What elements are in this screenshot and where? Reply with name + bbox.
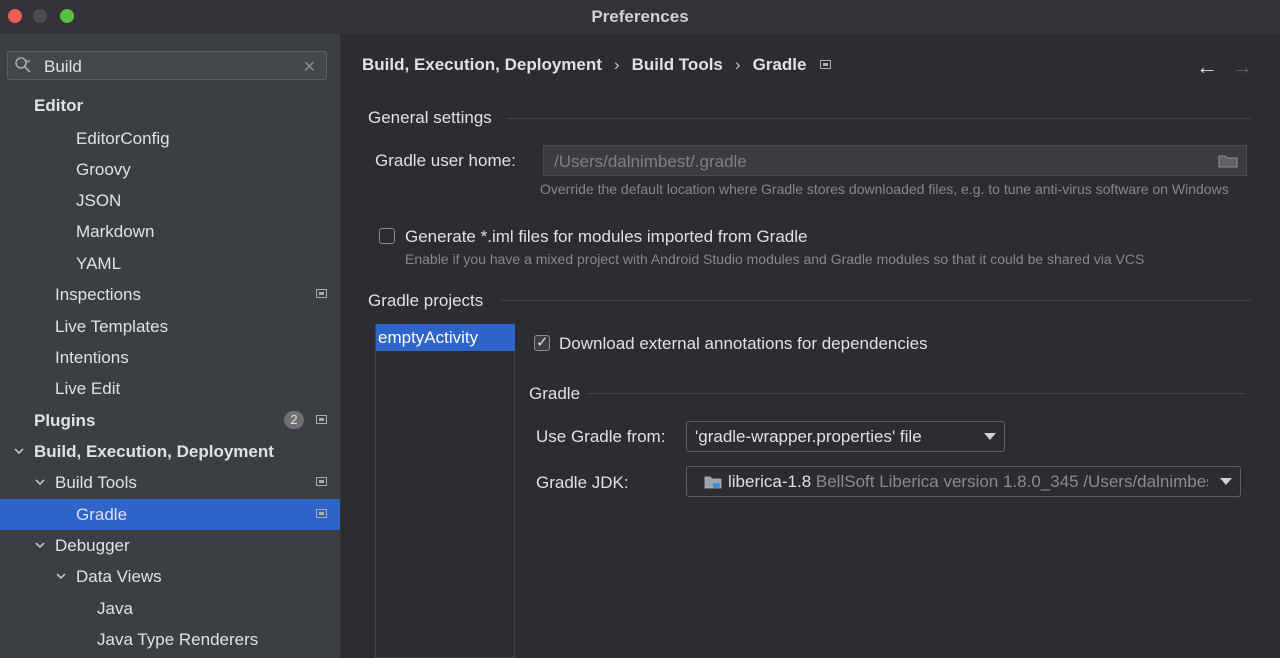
tree-item-plugins[interactable]: Plugins 2 (0, 405, 340, 436)
gradle-jdk-value: liberica-1.8 BellSoft Liberica version 1… (728, 472, 1208, 492)
dropdown-arrow-icon (1220, 478, 1232, 485)
breadcrumb-item[interactable]: Build Tools (632, 55, 723, 75)
section-title-gradle: Gradle (529, 384, 581, 403)
jdk-name: liberica-1.8 (728, 472, 812, 491)
section-title-general: General settings (368, 108, 492, 127)
gradle-projects-list[interactable]: emptyActivity (375, 324, 515, 658)
jdk-detail: BellSoft Liberica version 1.8.0_345 /Use… (815, 472, 1208, 491)
breadcrumb-separator: › (613, 55, 620, 74)
jdk-folder-icon (704, 476, 722, 489)
search-icon (15, 57, 31, 73)
use-gradle-from-label: Use Gradle from: (536, 427, 666, 446)
settings-sidebar: ✕ Editor EditorConfig Groovy JSON Markdo… (0, 34, 341, 658)
section-divider (588, 393, 1244, 394)
project-level-icon (316, 289, 327, 298)
generate-iml-hint: Enable if you have a mixed project with … (405, 251, 1145, 267)
back-arrow-icon[interactable]: ← (1196, 54, 1218, 80)
download-annotations-label[interactable]: Download external annotations for depend… (559, 334, 928, 354)
chevron-down-icon[interactable] (56, 571, 66, 581)
gradle-user-home-field[interactable] (543, 145, 1247, 176)
dropdown-arrow-icon (984, 433, 996, 440)
tree-item-build-execution-deployment[interactable]: Build, Execution, Deployment (0, 436, 340, 467)
chevron-down-icon[interactable] (35, 477, 45, 487)
generate-iml-label[interactable]: Generate *.iml files for modules importe… (405, 227, 808, 247)
project-level-icon (316, 509, 327, 518)
use-gradle-from-dropdown[interactable]: 'gradle-wrapper.properties' file (686, 421, 1005, 452)
tree-item-java-type-renderers[interactable]: Java Type Renderers (0, 624, 340, 655)
search-input[interactable] (42, 55, 296, 79)
tree-item-editor[interactable]: Editor (0, 90, 340, 121)
project-level-icon (316, 415, 327, 424)
settings-content: Build, Execution, Deployment › Build Tools… (341, 34, 1280, 658)
section-title-gradle-projects: Gradle projects (368, 291, 484, 310)
settings-search[interactable]: ✕ (7, 51, 327, 80)
gradle-user-home-hint: Override the default location where Grad… (540, 181, 1229, 197)
breadcrumb-separator: › (734, 55, 741, 74)
breadcrumb: Build, Execution, Deployment › Build Tools… (362, 55, 832, 75)
forward-arrow-icon[interactable]: → (1231, 54, 1253, 80)
gradle-jdk-label: Gradle JDK: (536, 473, 629, 492)
gradle-user-home-label: Gradle user home: (375, 151, 516, 170)
section-divider (506, 118, 1251, 119)
tree-item-gradle[interactable]: Gradle (0, 499, 340, 530)
tree-item-data-views[interactable]: Data Views (0, 561, 340, 592)
gradle-jdk-dropdown[interactable]: liberica-1.8 BellSoft Liberica version 1… (686, 466, 1241, 497)
tree-item-intentions[interactable]: Intentions (0, 342, 340, 373)
section-divider (501, 300, 1251, 301)
breadcrumb-item[interactable]: Build, Execution, Deployment (362, 55, 602, 75)
project-level-icon (316, 477, 327, 486)
tree-item-groovy[interactable]: Groovy (0, 154, 340, 185)
generate-iml-checkbox[interactable] (379, 228, 395, 244)
gradle-user-home-input[interactable] (552, 151, 1196, 173)
use-gradle-from-value: 'gradle-wrapper.properties' file (695, 427, 922, 446)
clear-search-icon[interactable]: ✕ (303, 57, 316, 77)
download-annotations-checkbox[interactable] (534, 333, 550, 351)
project-item-emptyactivity[interactable]: emptyActivity (376, 324, 515, 351)
breadcrumb-item: Gradle (752, 55, 807, 74)
window-title: Preferences (591, 7, 689, 26)
project-level-icon (820, 60, 832, 69)
tree-item-yaml[interactable]: YAML (0, 248, 340, 279)
tree-item-markdown[interactable]: Markdown (0, 216, 340, 247)
tree-item-inspections[interactable]: Inspections (0, 279, 340, 310)
chevron-down-icon[interactable] (14, 446, 24, 456)
tree-item-live-templates[interactable]: Live Templates (0, 311, 340, 342)
title-bar: Preferences (0, 0, 1280, 34)
tree-item-java[interactable]: Java (0, 593, 340, 624)
plugins-update-badge: 2 (284, 411, 304, 429)
tree-item-debugger[interactable]: Debugger (0, 530, 340, 561)
folder-icon[interactable] (1218, 154, 1238, 168)
chevron-down-icon[interactable] (35, 540, 45, 550)
tree-item-editorconfig[interactable]: EditorConfig (0, 123, 340, 154)
tree-item-build-tools[interactable]: Build Tools (0, 467, 340, 498)
tree-item-json[interactable]: JSON (0, 185, 340, 216)
tree-item-live-edit[interactable]: Live Edit (0, 373, 340, 404)
